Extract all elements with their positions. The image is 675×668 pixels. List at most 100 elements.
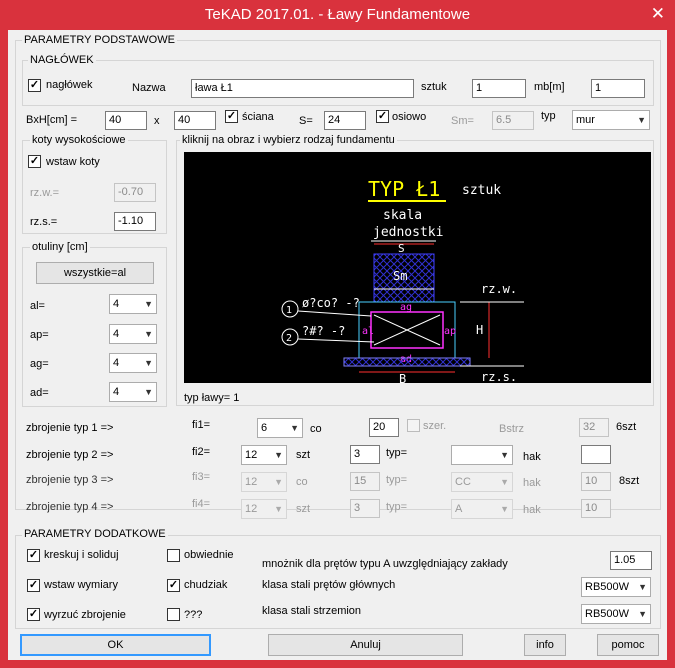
wstaw-wymiary-checkbox[interactable]: ✓ <box>27 579 40 592</box>
chudziak-checkbox[interactable]: ✓ <box>167 579 180 592</box>
chevron-down-icon: ▼ <box>274 504 283 514</box>
chevron-down-icon: ▼ <box>144 329 153 339</box>
chevron-down-icon: ▼ <box>500 477 509 487</box>
rebar3-typ-label: typ= <box>386 474 408 486</box>
rzw-label: rz.w.= <box>30 187 60 199</box>
wszystkie-button[interactable]: wszystkie=al <box>36 262 154 284</box>
drawing-rzw: rz.w. <box>481 282 517 296</box>
rebar1-label: zbrojenie typ 1 => <box>26 422 114 434</box>
sciana-checkbox[interactable]: ✓ <box>225 110 238 123</box>
fi3-select[interactable]: 12 ▼ <box>241 472 287 492</box>
window: TeKAD 2017.01. - Ławy Fundamentowe ✕ PAR… <box>0 0 675 668</box>
klasa-glowne-value: RB500W <box>585 581 630 593</box>
fi2-value: 12 <box>245 449 258 461</box>
close-icon[interactable]: ✕ <box>651 2 665 26</box>
rebar4-typ-select[interactable]: A ▼ <box>451 499 513 519</box>
mb-label: mb[m] <box>534 81 565 93</box>
qqq-checkbox[interactable] <box>167 608 180 621</box>
chudziak-label: chudziak <box>184 579 228 591</box>
osiowo-label: osiowo <box>392 111 427 123</box>
wstaw-koty-checkbox[interactable]: ✓ <box>28 155 41 168</box>
wyrzuc-checkbox[interactable]: ✓ <box>27 608 40 621</box>
fi3-value: 12 <box>245 476 258 488</box>
foundation-drawing-svg: TYP Ł1 sztuk skala jednostki S Sm ag ad … <box>281 177 524 386</box>
fi2-select[interactable]: 12 ▼ <box>241 445 287 465</box>
extra-params-legend: PARAMETRY DODATKOWE <box>22 528 168 540</box>
sztuk-input[interactable]: 1 <box>472 79 526 98</box>
typ-label: typ <box>541 110 556 122</box>
rebar3-label: zbrojenie typ 3 => <box>26 474 114 486</box>
rebar4-typ-label: typ= <box>386 501 408 513</box>
rebar4-szt-label: szt <box>296 503 311 515</box>
chevron-down-icon: ▼ <box>500 450 509 460</box>
rebar4-szt-input[interactable]: 3 <box>350 499 380 518</box>
anuluj-button[interactable]: Anuluj <box>268 634 463 656</box>
rebar2-typ-select[interactable]: ▼ <box>451 445 513 465</box>
naglowek-checkbox[interactable]: ✓ <box>28 79 41 92</box>
foundation-drawing[interactable]: TYP Ł1 sztuk skala jednostki S Sm ag ad … <box>184 152 651 386</box>
kreskuj-checkbox[interactable]: ✓ <box>27 549 40 562</box>
rebar3-typ-select[interactable]: CC ▼ <box>451 472 513 492</box>
fi4-select[interactable]: 12 ▼ <box>241 499 287 519</box>
callout-1: 1 <box>286 305 292 316</box>
chevron-down-icon: ▼ <box>274 450 283 460</box>
fi3-label: fi3= <box>192 471 211 483</box>
rebar4-hak-label: hak <box>523 504 541 516</box>
bstrz-input[interactable]: 32 <box>579 418 609 437</box>
bstrz-label: Bstrz <box>499 423 525 435</box>
chevron-down-icon: ▼ <box>274 477 283 487</box>
otuliny-legend: otuliny [cm] <box>30 241 90 253</box>
rzs-input[interactable]: -1.10 <box>114 212 156 231</box>
fi1-select[interactable]: 6 ▼ <box>257 418 303 438</box>
ad-select[interactable]: 4 ▼ <box>109 382 157 402</box>
ok-button[interactable]: OK <box>20 634 211 656</box>
chevron-down-icon: ▼ <box>638 582 647 592</box>
obwiednie-checkbox[interactable] <box>167 549 180 562</box>
rebar1-co-input[interactable]: 20 <box>369 418 399 437</box>
drawing-legend: kliknij na obraz i wybierz rodzaj fundam… <box>180 134 397 146</box>
h-input[interactable]: 40 <box>174 111 216 130</box>
nazwa-input[interactable]: ława Ł1 <box>191 79 414 98</box>
fi1-value: 6 <box>261 422 268 434</box>
sm-input[interactable]: 6.5 <box>492 111 534 130</box>
typ-select-value: mur <box>576 114 595 126</box>
sciana-label: ściana <box>242 111 274 123</box>
fi4-label: fi4= <box>192 498 211 510</box>
callout-1-leader <box>297 310 372 317</box>
drawing-h: H <box>476 323 483 337</box>
rebar3-hak-input[interactable]: 10 <box>581 472 611 491</box>
naglowek-label: nagłówek <box>46 79 93 91</box>
chevron-down-icon: ▼ <box>144 299 153 309</box>
rebar3-co-input[interactable]: 15 <box>350 472 380 491</box>
s-input[interactable]: 24 <box>324 111 366 130</box>
koty-legend: koty wysokościowe <box>30 134 128 146</box>
klasa-strzemion-select[interactable]: RB500W ▼ <box>581 604 651 624</box>
rebar3-typ-value: CC <box>455 476 471 488</box>
pomoc-button[interactable]: pomoc <box>597 634 659 656</box>
ag-select[interactable]: 4 ▼ <box>109 353 157 373</box>
mnoznik-input[interactable]: 1.05 <box>610 551 652 570</box>
chevron-down-icon: ▼ <box>144 387 153 397</box>
chevron-down-icon: ▼ <box>144 358 153 368</box>
info-button[interactable]: info <box>524 634 566 656</box>
szer-checkbox[interactable] <box>407 419 420 432</box>
drawing-rebar1: ø?co? -? <box>302 296 360 310</box>
mnoznik-label: mnożnik dla prętów typu A uwzględniający… <box>262 558 508 570</box>
rebar3-hak-label: hak <box>523 477 541 489</box>
rebar4-hak-input[interactable]: 10 <box>581 499 611 518</box>
osiowo-checkbox[interactable]: ✓ <box>376 110 389 123</box>
rebar2-hak-input[interactable] <box>581 445 611 464</box>
rzw-input[interactable]: -0.70 <box>114 183 156 202</box>
rebar2-szt-label: szt <box>296 449 311 461</box>
klasa-glowne-select[interactable]: RB500W ▼ <box>581 577 651 597</box>
drawing-jednostki: jednostki <box>373 225 443 240</box>
mb-input[interactable]: 1 <box>591 79 645 98</box>
rebar2-szt-input[interactable]: 3 <box>350 445 380 464</box>
obwiednie-label: obwiednie <box>184 549 234 561</box>
b-input[interactable]: 40 <box>105 111 147 130</box>
typ-select[interactable]: mur ▼ <box>572 110 650 130</box>
ap-select[interactable]: 4 ▼ <box>109 324 157 344</box>
typ-lawy-caption: typ ławy= 1 <box>184 392 240 404</box>
al-select[interactable]: 4 ▼ <box>109 294 157 314</box>
ad-value: 4 <box>113 386 120 398</box>
